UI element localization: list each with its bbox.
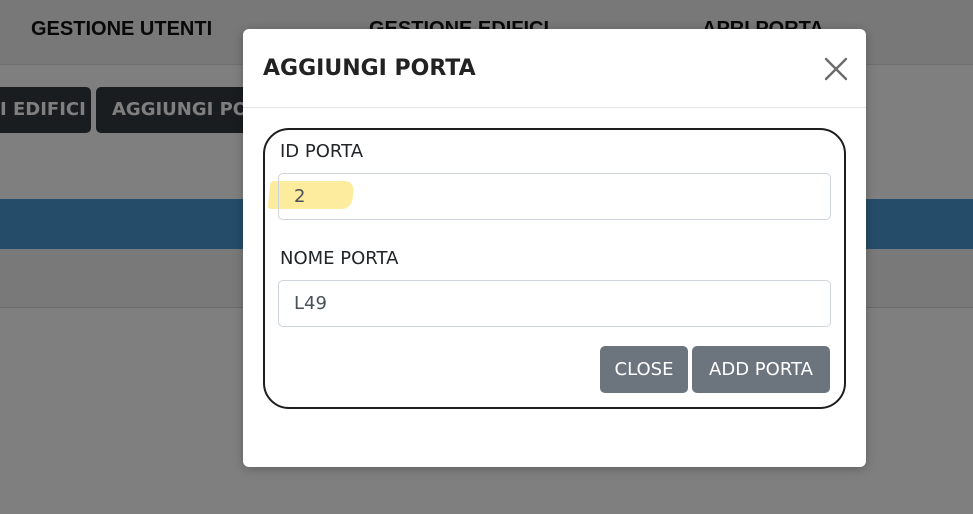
nome-porta-label: NOME PORTA <box>280 248 399 269</box>
add-porta-button[interactable]: ADD PORTA <box>692 346 830 393</box>
nome-porta-input[interactable] <box>278 280 831 327</box>
modal-header: AGGIUNGI PORTA <box>243 29 866 108</box>
modal-title: AGGIUNGI PORTA <box>263 56 476 81</box>
close-icon[interactable] <box>821 54 851 84</box>
porta-form: ID PORTA NOME PORTA CLOSE ADD PORTA <box>263 128 846 409</box>
id-porta-label: ID PORTA <box>280 141 364 162</box>
close-button[interactable]: CLOSE <box>600 346 688 393</box>
id-porta-input[interactable] <box>278 173 831 220</box>
aggiungi-porta-modal: AGGIUNGI PORTA ID PORTA NOME PORTA CLOSE… <box>243 29 866 467</box>
close-icon-glyph <box>824 57 848 81</box>
